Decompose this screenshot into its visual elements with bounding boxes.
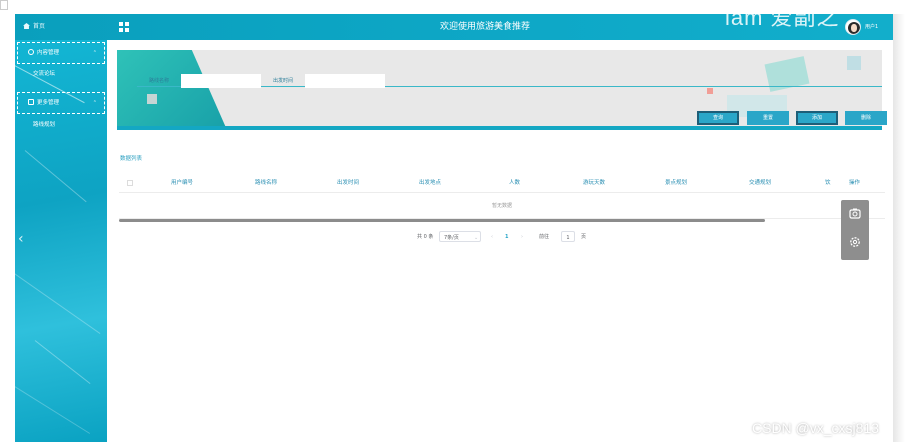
screenshot-stage: 首页 欢迎使用旅游美食推荐 iam 爱副之 用户1 内容管理 ⌃ 交流论坛 更多… bbox=[0, 0, 905, 448]
sidebar-item-forum[interactable]: 交流论坛 bbox=[33, 69, 55, 77]
column-header[interactable]: 出发时间 bbox=[337, 173, 359, 193]
tool-icons bbox=[849, 208, 861, 247]
user-name[interactable]: 用户1 bbox=[865, 14, 878, 40]
sidebar-group-label: 更多管理 bbox=[37, 100, 60, 106]
list-title: 数据列表 bbox=[120, 156, 143, 162]
column-header: 操作 bbox=[849, 180, 861, 186]
horizontal-scrollbar[interactable] bbox=[119, 219, 765, 222]
column-header[interactable]: 用户编号 bbox=[171, 173, 193, 193]
column-header[interactable]: 人数 bbox=[509, 173, 520, 193]
brand-logo-watermark: iam 爱副之 bbox=[725, 14, 840, 30]
chevron-right-icon[interactable]: › bbox=[875, 218, 881, 234]
depart-time-input[interactable] bbox=[305, 74, 385, 88]
chevron-left-icon[interactable]: ‹ bbox=[18, 232, 24, 246]
goto-label: 前往 bbox=[539, 234, 550, 240]
floating-tool-panel bbox=[841, 200, 869, 260]
table-header: 用户编号 路线名称 出发时间 出发地点 人数 游玩天数 景点规划 交通规划 饮 … bbox=[119, 173, 885, 193]
home-icon bbox=[23, 23, 30, 29]
route-name-input[interactable] bbox=[181, 74, 261, 88]
next-page-button[interactable]: › bbox=[521, 231, 523, 243]
chevron-up-icon: ⌃ bbox=[92, 50, 97, 56]
corner-checkbox bbox=[0, 0, 8, 10]
chevron-down-icon: ⌄ bbox=[474, 235, 479, 241]
top-header: 首页 欢迎使用旅游美食推荐 iam 爱副之 用户1 bbox=[15, 14, 893, 40]
home-link[interactable]: 首页 bbox=[15, 14, 107, 40]
csdn-watermark: CSDN @vx_cxsj813 bbox=[752, 420, 880, 436]
page-number[interactable]: 1 bbox=[505, 231, 508, 243]
page-unit-label: 页 bbox=[581, 234, 587, 240]
column-header[interactable]: 出发地点 bbox=[419, 173, 441, 193]
home-label: 首页 bbox=[33, 23, 46, 30]
empty-state: 暂无数据 bbox=[119, 193, 885, 219]
column-header[interactable]: 游玩天数 bbox=[583, 173, 605, 193]
column-header[interactable]: 路线名称 bbox=[255, 173, 277, 193]
column-header[interactable]: 交通规划 bbox=[749, 173, 771, 193]
depart-time-label: 出发时间 bbox=[273, 78, 294, 84]
select-all-checkbox[interactable] bbox=[127, 180, 133, 186]
reset-button[interactable]: 重置 bbox=[747, 111, 789, 125]
page-size-value: 7条/页 bbox=[444, 235, 459, 241]
settings-icon[interactable] bbox=[850, 237, 860, 247]
app-window: 首页 欢迎使用旅游美食推荐 iam 爱副之 用户1 内容管理 ⌃ 交流论坛 更多… bbox=[15, 14, 893, 442]
document-icon bbox=[28, 99, 34, 105]
query-button[interactable]: 查询 bbox=[697, 111, 739, 125]
sidebar-group-label: 内容管理 bbox=[37, 50, 60, 56]
camera-icon[interactable] bbox=[849, 208, 861, 219]
avatar[interactable] bbox=[845, 19, 861, 35]
delete-button[interactable]: 删除 bbox=[845, 111, 887, 125]
main-content: 路线名称 出发时间 查询 重置 添加 删除 数据列表 用户编号 路线名称 出发时… bbox=[107, 40, 893, 442]
sidebar-group-more[interactable]: 更多管理 ⌃ bbox=[17, 92, 105, 114]
page-title: 欢迎使用旅游美食推荐 bbox=[439, 22, 530, 32]
sidebar: 内容管理 ⌃ 交流论坛 更多管理 ⌃ 路线规划 ‹ bbox=[15, 40, 107, 442]
add-button[interactable]: 添加 bbox=[796, 111, 838, 125]
route-name-label: 路线名称 bbox=[149, 78, 170, 84]
sidebar-item-route-plan[interactable]: 路线规划 bbox=[33, 120, 55, 128]
page-size-select[interactable]: 7条/页 ⌄ bbox=[439, 231, 481, 242]
chevron-up-icon: ⌃ bbox=[92, 100, 97, 106]
sidebar-group-content[interactable]: 内容管理 ⌃ bbox=[17, 42, 105, 64]
menu-grid-icon[interactable] bbox=[119, 22, 129, 32]
total-count: 共 0 条 bbox=[417, 234, 434, 240]
message-icon bbox=[28, 49, 34, 55]
column-header[interactable]: 饮 bbox=[825, 173, 831, 193]
window-edge bbox=[893, 14, 905, 442]
column-header[interactable]: 景点规划 bbox=[665, 173, 687, 193]
goto-page-input[interactable]: 1 bbox=[561, 231, 575, 242]
prev-page-button[interactable]: ‹ bbox=[491, 231, 493, 243]
